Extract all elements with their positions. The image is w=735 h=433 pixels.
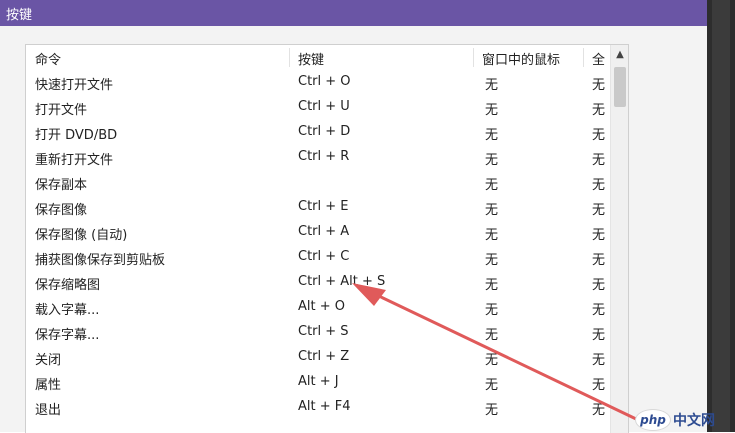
full-cell: 无 [592,328,606,343]
mouse-window-cell: 无 [485,378,499,393]
table-row[interactable]: 保存缩略图 Ctrl + Alt + S 无 无 [26,270,628,295]
full-cell: 无 [592,78,606,93]
column-header-key[interactable]: 按键 [298,49,324,68]
command-cell: 打开 DVD/BD [35,128,118,143]
command-cell: 关闭 [35,353,62,368]
table-row[interactable]: 快速打开文件 Ctrl + O 无 无 [26,70,628,95]
mouse-window-cell: 无 [485,353,499,368]
table-row[interactable]: 打开文件 Ctrl + U 无 无 [26,95,628,120]
command-cell: 保存图像 (自动) [35,228,128,243]
key-cell: Ctrl + C [298,249,350,264]
site-watermark: php 中文网 [635,408,733,431]
mouse-window-cell: 无 [485,253,499,268]
table-row[interactable]: 退出 Alt + F4 无 无 [26,395,628,420]
full-cell: 无 [592,303,606,318]
mouse-window-cell: 无 [485,278,499,293]
key-cell: Ctrl + E [298,199,349,214]
command-cell: 打开文件 [35,103,88,118]
mouse-window-cell: 无 [485,103,499,118]
table-row[interactable]: 保存副本 无 无 [26,170,628,195]
column-divider[interactable] [473,48,474,67]
table-row[interactable]: 关闭 Ctrl + Z 无 无 [26,345,628,370]
full-cell: 无 [592,228,606,243]
full-cell: 无 [592,378,606,393]
full-cell: 无 [592,403,606,418]
key-cell: Ctrl + O [298,74,351,89]
mouse-window-cell: 无 [485,153,499,168]
key-cell: Alt + O [298,299,345,314]
full-cell: 无 [592,153,606,168]
command-cell: 属性 [35,378,62,393]
table-row[interactable]: 属性 Alt + J 无 无 [26,370,628,395]
command-cell: 重新打开文件 [35,153,114,168]
side-panel [707,0,735,432]
table-row[interactable]: 保存字幕... Ctrl + S 无 无 [26,320,628,345]
full-cell: 无 [592,178,606,193]
table-row[interactable]: 打开 DVD/BD Ctrl + D 无 无 [26,120,628,145]
php-logo: php [635,409,671,431]
table-row[interactable]: 捕获图像保存到剪贴板 Ctrl + C 无 无 [26,245,628,270]
full-cell: 无 [592,353,606,368]
column-header-mouse-window[interactable]: 窗口中的鼠标 [482,49,560,68]
key-cell: Ctrl + D [298,124,351,139]
full-cell: 无 [592,278,606,293]
table-row[interactable]: 保存图像 (自动) Ctrl + A 无 无 [26,220,628,245]
mouse-window-cell: 无 [485,203,499,218]
mouse-window-cell: 无 [485,128,499,143]
hotkeys-table: 命令 按键 窗口中的鼠标 全 快速打开文件 Ctrl + O 无无打开文件 Ctrl … [25,44,629,433]
key-cell: Ctrl + A [298,224,350,239]
key-cell: Ctrl + R [298,149,350,164]
table-row[interactable]: 保存图像 Ctrl + E 无 无 [26,195,628,220]
chevron-up-icon[interactable]: ▲ [611,47,628,63]
command-cell: 保存缩略图 [35,278,101,293]
key-cell: Ctrl + S [298,324,349,339]
full-cell: 无 [592,128,606,143]
table-header: 命令 按键 窗口中的鼠标 全 [26,45,628,70]
table-row[interactable]: 重新打开文件 Ctrl + R 无 无 [26,145,628,170]
full-cell: 无 [592,103,606,118]
side-panel-strip [712,0,730,432]
full-cell: 无 [592,253,606,268]
window-title: 按键 [6,8,33,23]
mouse-window-cell: 无 [485,403,499,418]
command-cell: 快速打开文件 [35,78,114,93]
key-cell: Alt + J [298,374,339,389]
key-cell: Ctrl + Z [298,349,350,364]
command-cell: 保存图像 [35,203,88,218]
mouse-window-cell: 无 [485,178,499,193]
window-titlebar: 按键 [0,0,707,26]
command-cell: 捕获图像保存到剪贴板 [35,253,166,268]
column-divider[interactable] [583,48,584,67]
command-cell: 保存字幕... [35,328,100,343]
column-divider[interactable] [289,48,290,67]
table-row[interactable]: 载入字幕... Alt + O 无 无 [26,295,628,320]
mouse-window-cell: 无 [485,303,499,318]
scrollbar-thumb[interactable] [614,67,626,107]
key-cell: Ctrl + Alt + S [298,274,386,289]
full-cell: 无 [592,203,606,218]
vertical-scrollbar[interactable]: ▲ [610,45,628,433]
command-cell: 退出 [35,403,62,418]
mouse-window-cell: 无 [485,78,499,93]
command-cell: 载入字幕... [35,303,100,318]
mouse-window-cell: 无 [485,328,499,343]
mouse-window-cell: 无 [485,228,499,243]
key-cell: Alt + F4 [298,399,351,414]
column-header-full[interactable]: 全 [592,49,605,68]
key-cell: Ctrl + U [298,99,350,114]
watermark-text: 中文网 [673,413,715,429]
command-cell: 保存副本 [35,178,88,193]
column-header-command[interactable]: 命令 [35,49,61,68]
